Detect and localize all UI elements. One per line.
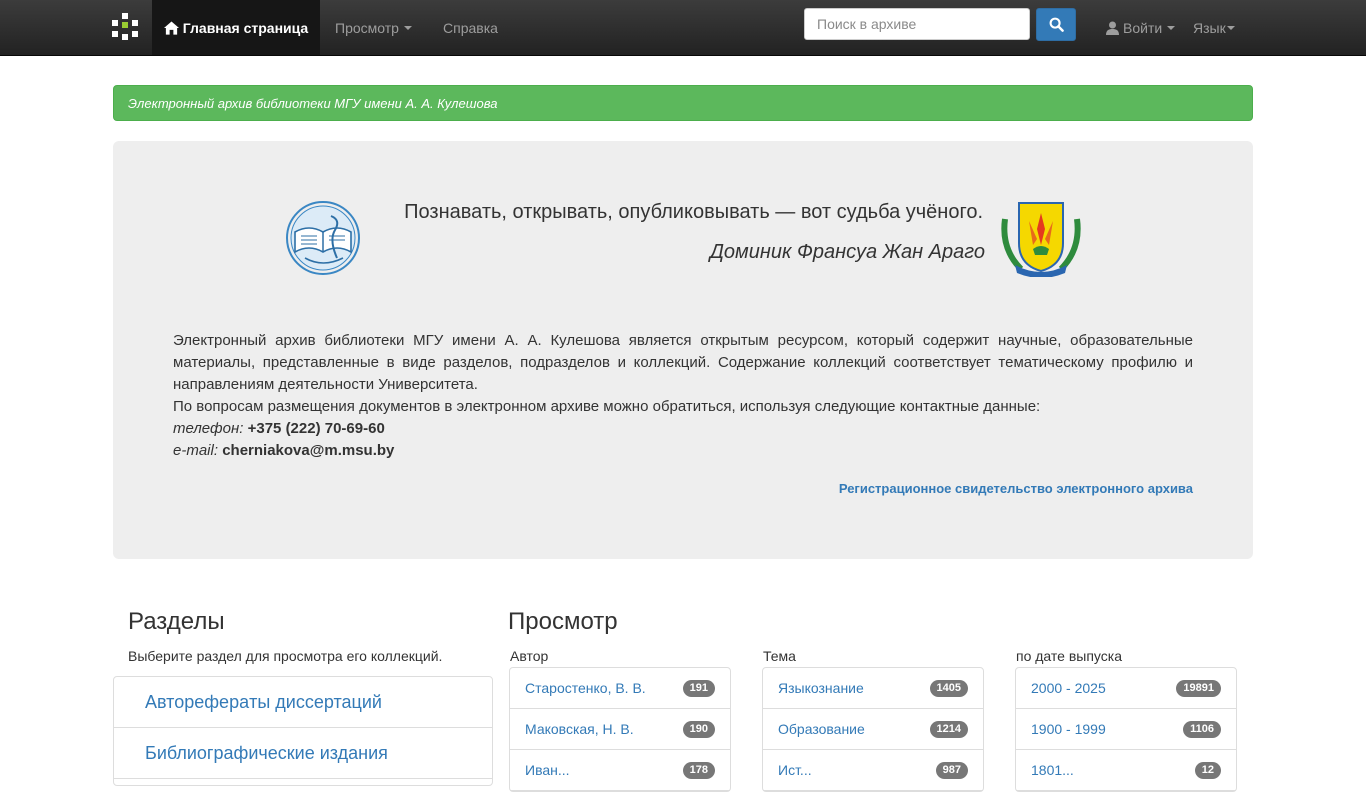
- language-label: Язык: [1193, 19, 1226, 36]
- nav-browse-label: Просмотр: [335, 19, 399, 36]
- browse-item[interactable]: 1900 - 1999 1106: [1016, 709, 1236, 750]
- browse-item[interactable]: Иван... 178: [510, 750, 730, 791]
- nav-home-label: Главная страница: [182, 19, 309, 36]
- count-badge: 1214: [929, 720, 968, 738]
- browse-item[interactable]: Образование 1214: [763, 709, 983, 750]
- search-icon: [1049, 17, 1064, 32]
- count-badge: 987: [935, 761, 968, 779]
- count-badge: 190: [682, 720, 715, 738]
- email-label: e-mail:: [173, 442, 219, 459]
- browse-item[interactable]: Старостенко, В. В. 191: [510, 668, 730, 709]
- browse-item[interactable]: Ист... 987: [763, 750, 983, 791]
- phone-line: телефон: +375 (222) 70-69-60: [173, 418, 1193, 440]
- count-badge: 1106: [1183, 720, 1221, 738]
- chevron-down-icon: [1226, 25, 1235, 30]
- banner-text: Электронный архив библиотеки МГУ имени А…: [128, 95, 498, 111]
- archive-description: Электронный архив библиотеки МГУ имени А…: [173, 330, 1193, 462]
- top-navbar: Главная страница Просмотр Справка Войти …: [0, 0, 1366, 56]
- contact-intro: По вопросам размещения документов в элек…: [173, 398, 1041, 415]
- browse-list: 2000 - 2025 19891 1900 - 1999 1106 1801.…: [1015, 667, 1237, 792]
- browse-item-label: Образование: [778, 721, 865, 737]
- count-badge: 19891: [1176, 679, 1221, 697]
- email-value[interactable]: cherniakova@m.msu.by: [222, 442, 394, 459]
- nav-home-link[interactable]: Главная страница: [152, 0, 320, 55]
- sections-heading: Разделы: [128, 608, 225, 635]
- browse-item-label: 1801...: [1031, 762, 1074, 778]
- browse-item[interactable]: 1801... 12: [1016, 750, 1236, 791]
- count-badge: 191: [682, 679, 715, 697]
- phone-label: телефон:: [173, 420, 244, 437]
- browse-item-label: Иван...: [525, 762, 570, 778]
- login-dropdown[interactable]: Войти: [1106, 0, 1176, 55]
- browse-caption: Автор: [510, 648, 549, 664]
- phone-value: +375 (222) 70-69-60: [247, 420, 385, 437]
- chevron-down-icon: [1167, 25, 1176, 30]
- browse-item[interactable]: Маковская, Н. В. 190: [510, 709, 730, 750]
- browse-item-label: Ист...: [778, 762, 812, 778]
- description-paragraph: Электронный архив библиотеки МГУ имени А…: [173, 332, 1193, 393]
- browse-item-label: Языкознание: [778, 680, 864, 696]
- browse-item[interactable]: 2000 - 2025 19891: [1016, 668, 1236, 709]
- chevron-down-icon: [403, 25, 412, 30]
- browse-by-date: по дате выпуска 2000 - 2025 19891 1900 -…: [1015, 648, 1237, 792]
- library-emblem-icon: [286, 201, 360, 275]
- browse-heading: Просмотр: [508, 608, 618, 635]
- login-label: Войти: [1123, 19, 1163, 36]
- site-logo[interactable]: [112, 13, 138, 41]
- browse-caption: Тема: [763, 648, 796, 664]
- browse-list: Языкознание 1405 Образование 1214 Ист...…: [762, 667, 984, 792]
- welcome-panel: Познавать, открывать, опубликовывать — в…: [113, 141, 1253, 559]
- site-banner: Электронный архив библиотеки МГУ имени А…: [113, 85, 1253, 121]
- sections-list: Автореферaты диссертаций Библиографическ…: [113, 676, 493, 786]
- browse-item-label: Старостенко, В. В.: [525, 680, 646, 696]
- coat-of-arms-icon: [1001, 202, 1081, 277]
- browse-by-author: Автор Старостенко, В. В. 191 Маковская, …: [509, 648, 731, 792]
- language-dropdown[interactable]: Язык: [1193, 0, 1235, 55]
- browse-item-label: 1900 - 1999: [1031, 721, 1106, 737]
- search-button[interactable]: [1036, 8, 1076, 41]
- section-item[interactable]: Библиографические издания: [114, 728, 492, 779]
- section-item[interactable]: Автореферaты диссертаций: [114, 677, 492, 728]
- home-icon: [163, 20, 179, 35]
- count-badge: 12: [1194, 761, 1221, 779]
- browse-item-label: 2000 - 2025: [1031, 680, 1106, 696]
- nav-browse-dropdown[interactable]: Просмотр: [335, 0, 412, 55]
- browse-list: Старостенко, В. В. 191 Маковская, Н. В. …: [509, 667, 731, 792]
- browse-caption: по дате выпуска: [1016, 648, 1122, 664]
- count-badge: 1405: [929, 679, 968, 697]
- sections-subtitle: Выберите раздел для просмотра его коллек…: [128, 648, 443, 664]
- quote-author: Доминик Франсуа Жан Араго: [709, 241, 985, 263]
- nav-help-link[interactable]: Справка: [443, 0, 498, 55]
- quote-text: Познавать, открывать, опубликовывать — в…: [404, 201, 983, 223]
- browse-item-label: Маковская, Н. В.: [525, 721, 634, 737]
- email-line: e-mail: cherniakova@m.msu.by: [173, 440, 1193, 462]
- nav-help-label: Справка: [443, 19, 498, 36]
- browse-by-subject: Тема Языкознание 1405 Образование 1214 И…: [762, 648, 984, 792]
- search-input[interactable]: [804, 8, 1030, 40]
- browse-item[interactable]: Языкознание 1405: [763, 668, 983, 709]
- count-badge: 178: [682, 761, 715, 779]
- user-icon: [1106, 21, 1119, 35]
- registration-certificate-link[interactable]: Регистрационное свидетельство электронно…: [839, 481, 1193, 496]
